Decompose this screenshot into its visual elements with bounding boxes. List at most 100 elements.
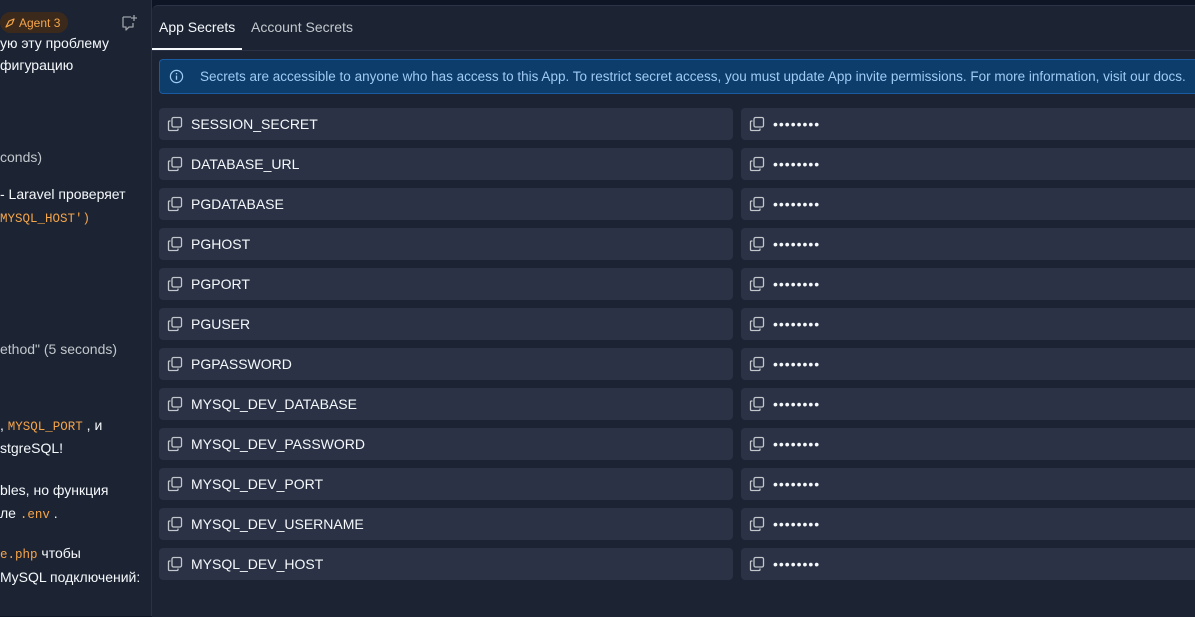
secret-key-label: MYSQL_DEV_DATABASE (191, 396, 357, 412)
copy-icon[interactable] (749, 396, 765, 412)
secret-value-masked: •••••••• (773, 236, 821, 252)
copy-icon[interactable] (167, 116, 183, 132)
secret-key-field[interactable]: MYSQL_DEV_HOST (159, 548, 733, 580)
tab-account-secrets[interactable]: Account Secrets (251, 6, 353, 49)
secret-row: SESSION_SECRET •••••••• (159, 108, 1195, 140)
secret-value-field[interactable]: •••••••• (741, 428, 1195, 460)
secret-key-label: MYSQL_DEV_USERNAME (191, 516, 364, 532)
secret-row: MYSQL_DEV_PORT •••••••• (159, 468, 1195, 500)
secret-key-field[interactable]: DATABASE_URL (159, 148, 733, 180)
secret-value-masked: •••••••• (773, 156, 821, 172)
chat-text-line: MYSQL_HOST') (0, 212, 91, 226)
copy-icon[interactable] (167, 276, 183, 292)
copy-icon[interactable] (167, 396, 183, 412)
secret-key-field[interactable]: MYSQL_DEV_PORT (159, 468, 733, 500)
info-banner: Secrets are accessible to anyone who has… (159, 59, 1195, 94)
chat-text-line: , MYSQL_PORT , и (0, 417, 103, 434)
secret-value-field[interactable]: •••••••• (741, 148, 1195, 180)
copy-icon[interactable] (167, 516, 183, 532)
secret-row: MYSQL_DEV_USERNAME •••••••• (159, 508, 1195, 540)
copy-icon[interactable] (749, 436, 765, 452)
secret-row: MYSQL_DEV_DATABASE •••••••• (159, 388, 1195, 420)
secret-key-label: PGPASSWORD (191, 356, 292, 372)
secret-key-label: PGDATABASE (191, 196, 284, 212)
copy-icon[interactable] (167, 436, 183, 452)
secret-value-field[interactable]: •••••••• (741, 308, 1195, 340)
secret-key-field[interactable]: SESSION_SECRET (159, 108, 733, 140)
secret-key-field[interactable]: MYSQL_DEV_DATABASE (159, 388, 733, 420)
copy-icon[interactable] (749, 196, 765, 212)
copy-icon[interactable] (167, 156, 183, 172)
secret-row: PGUSER •••••••• (159, 308, 1195, 340)
secret-key-field[interactable]: PGHOST (159, 228, 733, 260)
secrets-panel: App Secrets Account Secrets Secrets are … (152, 5, 1195, 617)
tab-app-secrets[interactable]: App Secrets (152, 6, 243, 50)
secret-key-label: SESSION_SECRET (191, 116, 318, 132)
secret-key-field[interactable]: PGPORT (159, 268, 733, 300)
secret-value-field[interactable]: •••••••• (741, 348, 1195, 380)
copy-icon[interactable] (167, 196, 183, 212)
secret-key-label: MYSQL_DEV_HOST (191, 556, 324, 572)
copy-icon[interactable] (167, 476, 183, 492)
secret-key-field[interactable]: PGPASSWORD (159, 348, 733, 380)
secret-row: MYSQL_DEV_HOST •••••••• (159, 548, 1195, 580)
copy-icon[interactable] (167, 316, 183, 332)
copy-icon[interactable] (167, 556, 183, 572)
secret-value-masked: •••••••• (773, 516, 821, 532)
secret-key-field[interactable]: PGDATABASE (159, 188, 733, 220)
secret-value-field[interactable]: •••••••• (741, 108, 1195, 140)
secret-row: PGPASSWORD •••••••• (159, 348, 1195, 380)
secret-key-field[interactable]: PGUSER (159, 308, 733, 340)
secret-key-label: PGHOST (191, 236, 251, 252)
secret-value-field[interactable]: •••••••• (741, 388, 1195, 420)
secret-key-label: MYSQL_DEV_PASSWORD (191, 436, 366, 452)
secret-value-masked: •••••••• (773, 356, 821, 372)
secret-value-masked: •••••••• (773, 116, 821, 132)
agent-badge[interactable]: Agent 3 (0, 12, 69, 33)
copy-icon[interactable] (749, 516, 765, 532)
chat-text-line: e.php чтобы (0, 545, 81, 562)
secrets-tabs: App Secrets Account Secrets (152, 6, 1195, 51)
secret-value-masked: •••••••• (773, 276, 821, 292)
secret-key-field[interactable]: MYSQL_DEV_USERNAME (159, 508, 733, 540)
secret-key-field[interactable]: MYSQL_DEV_PASSWORD (159, 428, 733, 460)
secret-value-field[interactable]: •••••••• (741, 468, 1195, 500)
chat-text-line: stgreSQL! (0, 440, 64, 456)
copy-icon[interactable] (749, 356, 765, 372)
secret-value-field[interactable]: •••••••• (741, 228, 1195, 260)
copy-icon[interactable] (749, 236, 765, 252)
secret-row: PGDATABASE •••••••• (159, 188, 1195, 220)
secret-key-label: DATABASE_URL (191, 156, 300, 172)
secret-key-label: MYSQL_DEV_PORT (191, 476, 324, 492)
secret-key-label: PGUSER (191, 316, 251, 332)
secret-value-field[interactable]: •••••••• (741, 548, 1195, 580)
copy-icon[interactable] (749, 116, 765, 132)
chat-text-line: фигурацию (0, 57, 74, 73)
chat-text-line: ethod" (5 seconds) (0, 341, 118, 357)
secret-value-masked: •••••••• (773, 396, 821, 412)
chat-text-line: - Laravel проверяет (0, 186, 126, 202)
agent-chat-pane: Agent 3 ую эту проблему фигурацию conds)… (0, 0, 151, 616)
copy-icon[interactable] (749, 156, 765, 172)
chat-text-line: MySQL подключений: (0, 569, 141, 585)
chat-text-line: ле .env . (0, 505, 58, 522)
new-chat-icon[interactable] (120, 14, 138, 32)
copy-icon[interactable] (749, 276, 765, 292)
copy-icon[interactable] (167, 236, 183, 252)
secret-value-field[interactable]: •••••••• (741, 268, 1195, 300)
copy-icon[interactable] (749, 316, 765, 332)
secret-row: PGPORT •••••••• (159, 268, 1195, 300)
agent-icon (5, 17, 15, 28)
secret-value-masked: •••••••• (773, 436, 821, 452)
info-icon (169, 69, 184, 84)
secret-value-field[interactable]: •••••••• (741, 188, 1195, 220)
secret-value-field[interactable]: •••••••• (741, 508, 1195, 540)
secret-row: PGHOST •••••••• (159, 228, 1195, 260)
copy-icon[interactable] (749, 476, 765, 492)
chat-text-line: bles, но функция (0, 482, 109, 498)
copy-icon[interactable] (749, 556, 765, 572)
secret-row: MYSQL_DEV_PASSWORD •••••••• (159, 428, 1195, 460)
secret-value-masked: •••••••• (773, 316, 821, 332)
secret-value-masked: •••••••• (773, 196, 821, 212)
copy-icon[interactable] (167, 356, 183, 372)
